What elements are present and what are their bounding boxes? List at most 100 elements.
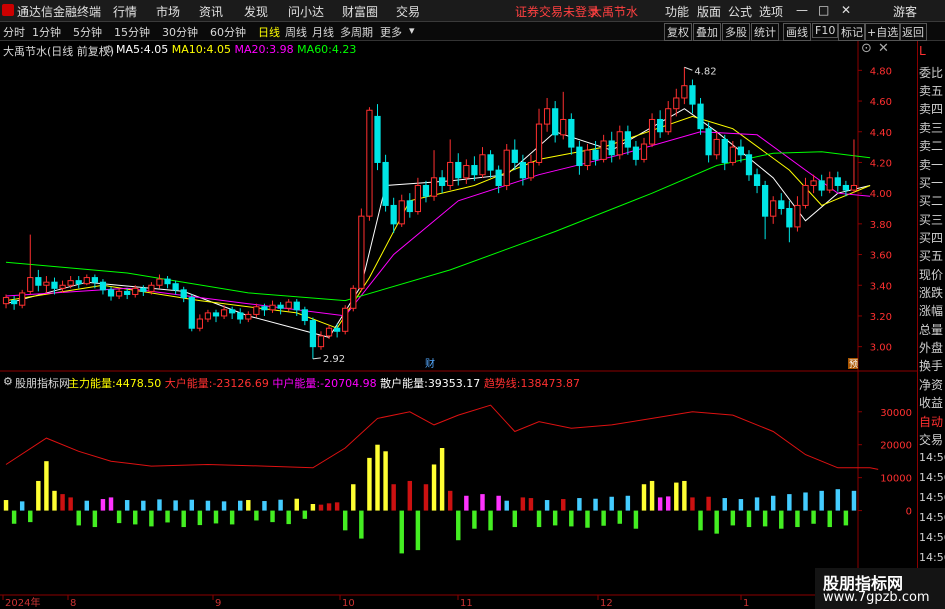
- price-tick-label: 4.40: [870, 128, 892, 139]
- candle-body: [527, 161, 535, 179]
- candle: [317, 331, 325, 350]
- energy-bar: [561, 499, 566, 511]
- energy-bar: [278, 499, 283, 511]
- energy-bar: [262, 501, 267, 511]
- energy-bar: [552, 510, 558, 526]
- energy-bar: [722, 498, 727, 511]
- ma-line-ma60: [5, 151, 871, 302]
- candle: [568, 113, 575, 155]
- candle: [188, 294, 195, 332]
- energy-bar: [100, 499, 106, 511]
- side-label-27: 14:56: [919, 551, 945, 564]
- side-label-6: 卖一: [919, 158, 944, 172]
- side-label-19: 收益: [919, 396, 944, 410]
- energy-bar: [254, 510, 259, 521]
- candle: [770, 196, 777, 224]
- side-label-14: 涨幅: [919, 304, 944, 318]
- candle-body: [608, 140, 615, 156]
- energy-bar: [310, 504, 316, 511]
- energy-bar: [447, 490, 453, 511]
- candle-body: [309, 320, 317, 348]
- candle-body: [810, 180, 817, 186]
- energy-bar: [399, 510, 404, 554]
- candle: [616, 125, 623, 160]
- side-label-0: L: [919, 44, 926, 58]
- candle-body: [729, 146, 736, 163]
- time-tick-label: 11: [460, 598, 473, 609]
- candle-body: [27, 277, 34, 292]
- time-tick-label: 8: [70, 598, 76, 609]
- time-tick-label: 10: [342, 598, 355, 609]
- candle-body: [140, 287, 147, 292]
- candle: [398, 194, 405, 227]
- price-tick-label: 3.00: [870, 343, 892, 354]
- side-label-8: 买二: [919, 194, 944, 208]
- candle: [560, 91, 567, 140]
- candle: [124, 288, 131, 300]
- candle-body: [624, 131, 631, 148]
- energy-bar: [76, 510, 81, 526]
- candle: [826, 171, 833, 194]
- energy-bar: [762, 510, 768, 527]
- energy-bar: [351, 484, 356, 511]
- candle-body: [519, 161, 526, 179]
- kline-chart[interactable]: 4.80 4.60 4.40 4.20 4.00 3.80 3.60 3.40 3.20 3.00…: [0, 0, 945, 609]
- candle-body: [786, 208, 793, 228]
- energy-bar: [585, 510, 590, 528]
- candle: [99, 279, 107, 295]
- candle: [745, 150, 753, 181]
- candle-body: [334, 327, 341, 332]
- side-label-26: 14:56: [919, 531, 945, 544]
- energy-bar: [641, 484, 647, 511]
- candle: [721, 134, 728, 171]
- energy-bar: [391, 484, 396, 511]
- energy-bar: [609, 496, 614, 511]
- candle-body: [568, 118, 575, 148]
- energy-bar: [238, 500, 243, 511]
- energy-bar: [480, 494, 485, 511]
- candle: [802, 177, 809, 209]
- candle-body: [535, 123, 543, 163]
- energy-bar: [431, 464, 437, 511]
- energy-bar: [141, 500, 146, 511]
- energy-bar: [68, 497, 73, 511]
- candle-body: [196, 318, 203, 329]
- energy-bar: [488, 510, 493, 531]
- energy-bar: [28, 510, 33, 523]
- candle-body: [91, 277, 98, 283]
- candle: [713, 131, 720, 160]
- energy-bar: [682, 480, 687, 511]
- candle-body: [455, 161, 462, 179]
- energy-bar: [197, 510, 203, 526]
- candle-body: [220, 309, 228, 317]
- side-label-7: 买一: [919, 176, 944, 190]
- candle-body: [657, 118, 664, 133]
- candle-body: [164, 278, 171, 285]
- candle-body: [850, 184, 858, 191]
- energy-bar: [84, 500, 90, 511]
- candle: [156, 274, 163, 289]
- energy-bar: [835, 489, 841, 511]
- candle-body: [132, 287, 139, 295]
- candle-body: [301, 309, 308, 322]
- candle: [51, 277, 58, 295]
- candle-body: [374, 115, 381, 163]
- candle-body: [632, 146, 640, 160]
- candle: [850, 139, 858, 194]
- energy-bar: [423, 484, 429, 511]
- candle-body: [503, 149, 510, 186]
- side-label-9: 买三: [919, 213, 944, 227]
- energy-bar: [496, 495, 501, 511]
- caibao-marker: 财: [425, 357, 435, 370]
- candle-body: [430, 177, 438, 197]
- candle: [204, 309, 212, 323]
- candle-body: [842, 184, 850, 191]
- candle: [705, 122, 712, 163]
- candle-body: [172, 283, 179, 291]
- candle: [535, 108, 543, 166]
- price-tick-label: 4.80: [870, 66, 892, 77]
- energy-bar: [334, 502, 340, 511]
- energy-bar: [649, 480, 655, 511]
- energy-bar: [803, 492, 808, 511]
- energy-bar: [149, 510, 154, 527]
